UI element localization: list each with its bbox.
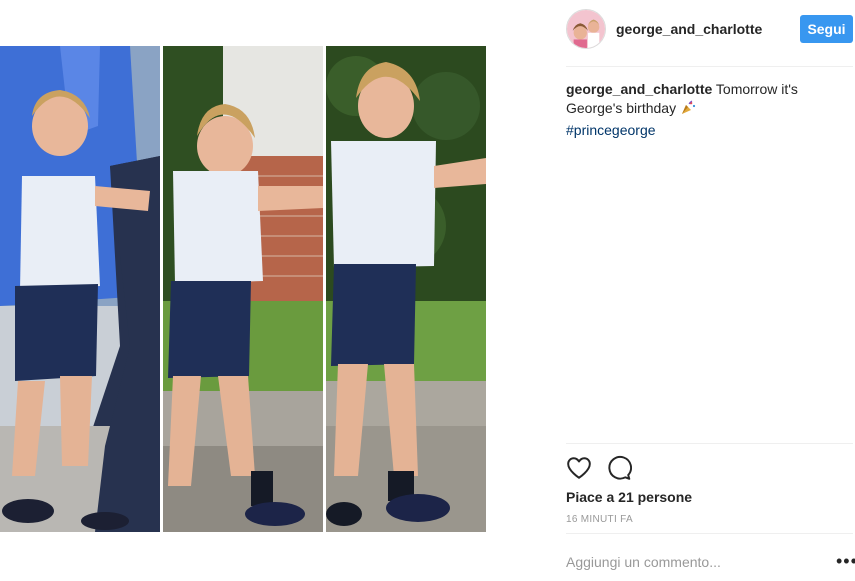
party-popper-icon xyxy=(680,100,696,121)
photo-panel-3 xyxy=(326,46,486,532)
divider xyxy=(566,533,853,534)
divider xyxy=(566,66,853,67)
post-sidebar: george_and_charlotte Segui george_and_ch… xyxy=(566,0,855,581)
likes-count[interactable]: Piace a 21 persone xyxy=(566,489,692,505)
heart-icon[interactable] xyxy=(566,455,592,481)
avatar[interactable] xyxy=(566,9,606,49)
caption-username[interactable]: george_and_charlotte xyxy=(566,81,712,97)
post-actions xyxy=(566,455,853,481)
follow-button[interactable]: Segui xyxy=(800,15,853,43)
photo-panel-2 xyxy=(163,46,323,532)
comment-input[interactable] xyxy=(566,552,816,572)
hashtag-link[interactable]: #princegeorge xyxy=(566,121,656,140)
post-photo[interactable] xyxy=(0,46,486,532)
post-header: george_and_charlotte Segui xyxy=(566,9,853,49)
post-timestamp[interactable]: 16 MINUTI FA xyxy=(566,514,633,525)
divider xyxy=(566,443,853,444)
post-caption: george_and_charlotte Tomorrow it's Georg… xyxy=(566,80,853,140)
more-options-icon[interactable]: ••• xyxy=(836,552,855,570)
post-username[interactable]: george_and_charlotte xyxy=(616,21,762,37)
comment-icon[interactable] xyxy=(606,455,632,481)
photo-panel-1 xyxy=(0,46,160,532)
